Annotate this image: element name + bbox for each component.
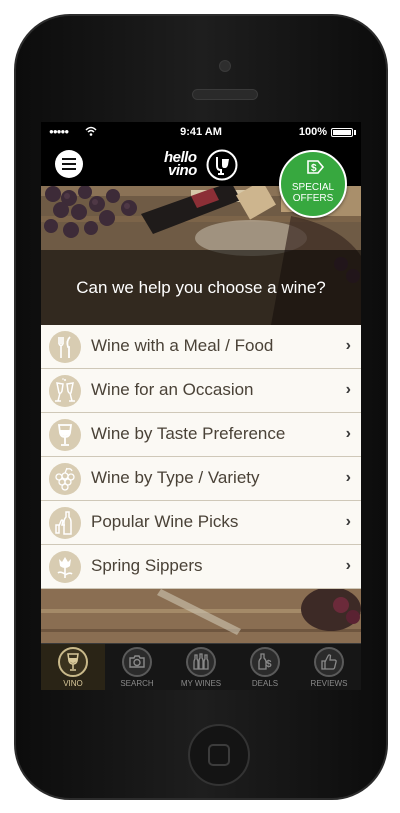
status-bar: ●●●●● 9:41 AM 100%	[41, 122, 361, 142]
menu-item-label: Wine for an Occasion	[91, 380, 254, 399]
home-square-icon	[208, 744, 230, 766]
chevron-right-icon: ›	[345, 513, 351, 530]
hamburger-icon	[62, 158, 76, 160]
hero-question: Can we help you choose a wine?	[76, 278, 326, 297]
champagne-toast-icon	[55, 378, 75, 402]
hamburger-menu-button[interactable]	[55, 150, 83, 178]
menu-item-label: Wine by Type / Variety	[91, 468, 260, 487]
hello-vino-logo: hello vino	[164, 148, 240, 182]
camera-icon	[129, 655, 145, 668]
chevron-right-icon: ›	[345, 557, 351, 574]
thumbs-up-icon	[321, 654, 337, 670]
tulip-flower-icon	[57, 557, 73, 578]
dollar-bottle-icon: $	[258, 653, 272, 670]
app-screen: ●●●●● 9:41 AM 100% hello vino $ SPECIAL …	[41, 122, 361, 690]
wine-glass-icon	[57, 424, 73, 446]
menu-item-spring-sippers[interactable]: Spring Sippers ›	[41, 545, 361, 589]
thumbs-up-bottle-icon	[55, 511, 72, 535]
special-offers-line1: SPECIAL	[291, 182, 335, 193]
tab-label: DEALS	[251, 679, 279, 688]
menu-item-occasion[interactable]: Wine for an Occasion ›	[41, 369, 361, 413]
tab-label: VINO	[63, 679, 83, 688]
battery-icon	[331, 128, 353, 137]
battery-tip	[354, 130, 356, 135]
background-photo-strip	[41, 589, 361, 643]
tab-label: REVIEWS	[310, 679, 348, 688]
bottles-icon	[193, 653, 209, 670]
grapes-icon	[55, 467, 75, 491]
menu-item-meal-food[interactable]: Wine with a Meal / Food ›	[41, 325, 361, 369]
wine-menu-list: Wine with a Meal / Food › Wine for an Oc…	[41, 325, 361, 589]
tab-deals[interactable]: $ DEALS	[233, 644, 297, 690]
bottom-tab-bar: VINO SEARCH MY WINES $ DEALS REVIEWS	[41, 643, 361, 690]
front-camera	[219, 60, 231, 72]
battery-percent: 100%	[298, 126, 327, 138]
special-offers-button[interactable]: $ SPECIAL OFFERS	[279, 150, 347, 218]
chevron-right-icon: ›	[345, 425, 351, 442]
menu-item-popular-picks[interactable]: Popular Wine Picks ›	[41, 501, 361, 545]
tab-my-wines[interactable]: MY WINES	[169, 644, 233, 690]
price-tag-dollar-icon: $	[307, 160, 325, 174]
menu-item-type-variety[interactable]: Wine by Type / Variety ›	[41, 457, 361, 501]
wine-glass-icon	[67, 653, 79, 671]
special-offers-line2: OFFERS	[292, 193, 334, 204]
chevron-right-icon: ›	[345, 381, 351, 398]
tab-label: MY WINES	[180, 679, 222, 688]
menu-item-label: Spring Sippers	[91, 556, 203, 575]
logo-text-vino: vino	[168, 162, 197, 179]
tab-search[interactable]: SEARCH	[105, 644, 169, 690]
chevron-right-icon: ›	[345, 337, 351, 354]
svg-text:$: $	[311, 163, 317, 174]
tab-reviews[interactable]: REVIEWS	[297, 644, 361, 690]
tab-vino[interactable]: VINO	[41, 644, 105, 690]
earpiece-speaker	[192, 89, 258, 100]
svg-text:$: $	[266, 659, 272, 670]
menu-item-taste-preference[interactable]: Wine by Taste Preference ›	[41, 413, 361, 457]
menu-item-label: Wine with a Meal / Food	[91, 336, 274, 355]
fork-knife-icon	[58, 336, 71, 358]
menu-item-label: Popular Wine Picks	[91, 512, 239, 531]
tab-label: SEARCH	[120, 679, 154, 688]
menu-item-label: Wine by Taste Preference	[91, 424, 286, 443]
background-wine-photo	[41, 589, 361, 643]
chevron-right-icon: ›	[345, 469, 351, 486]
logo-wine-glass-icon	[206, 149, 238, 181]
